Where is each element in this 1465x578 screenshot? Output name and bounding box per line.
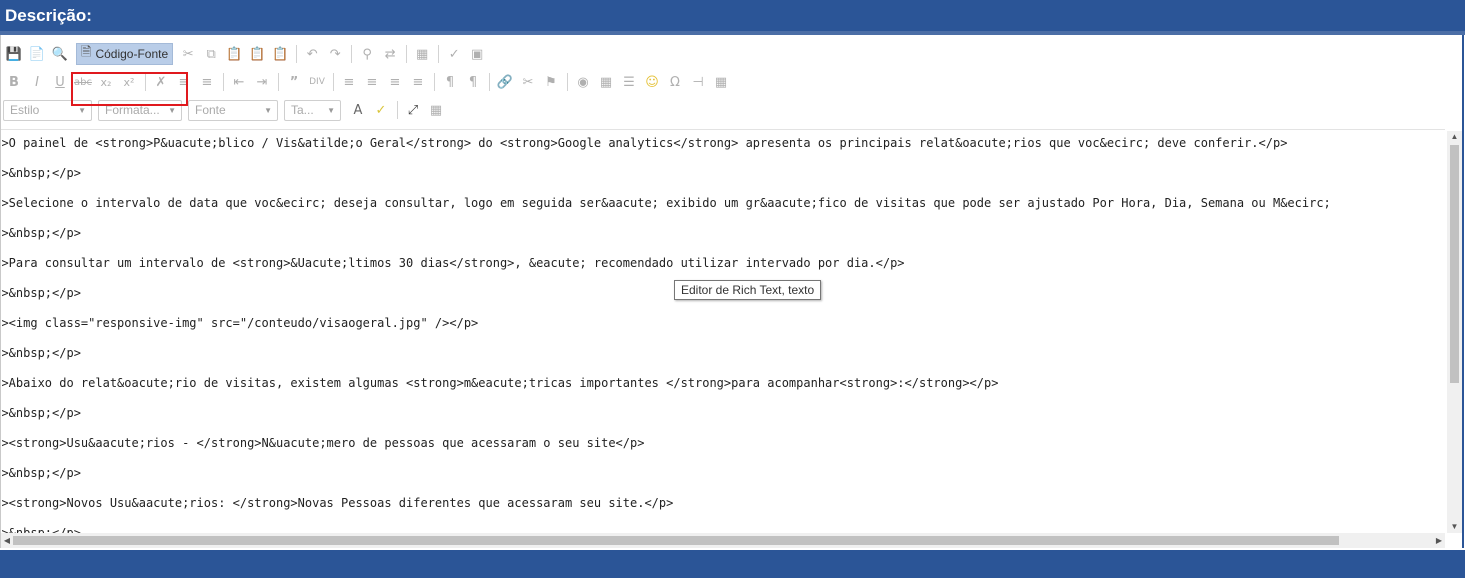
horizontal-scrollbar[interactable]: ◀ ▶ [1, 533, 1445, 548]
toolbar-separator [296, 45, 298, 63]
chevron-down-icon: ▼ [78, 105, 86, 115]
select-all-icon[interactable]: ▦ [411, 43, 433, 65]
toolbar-row-1: 💾 📄 🔍 🗎 Código-Fonte ✂ ⧉ 📋 📋 📋 ↶ ↷ ⚲ ⇄ ▦… [3, 41, 489, 67]
source-code-label: Código-Fonte [95, 47, 169, 61]
source-code-area[interactable]: <p>O painel de <strong>P&uacute;blico / … [1, 129, 1445, 534]
blockquote-icon[interactable]: ” [283, 71, 305, 93]
show-blocks-icon[interactable]: ▦ [425, 99, 447, 121]
chevron-down-icon: ▼ [264, 105, 272, 115]
code-line: <p>Para consultar um intervalo de <stron… [1, 256, 905, 270]
size-combo[interactable]: Ta... ▼ [284, 99, 341, 121]
code-line: <p>&nbsp;</p> [1, 226, 81, 240]
source-code-icon: 🗎 [81, 44, 92, 59]
code-line: <p>&nbsp;</p> [1, 406, 81, 420]
editor-footer-bar [0, 550, 1465, 578]
cut-icon[interactable]: ✂ [177, 43, 199, 65]
tooltip: Editor de Rich Text, texto [674, 280, 822, 300]
paste-text-icon[interactable]: 📋 [246, 43, 268, 65]
code-line: <p>Abaixo do relat&oacute;rio de visitas… [1, 376, 999, 390]
italic-icon[interactable]: I [26, 71, 48, 93]
code-line: <p><img class="responsive-img" src="/con… [1, 316, 479, 330]
text-color-icon[interactable]: A [347, 99, 369, 121]
code-line: <p>O painel de <strong>P&uacute;blico / … [1, 136, 1288, 150]
align-left-icon[interactable]: ≡ [338, 71, 360, 93]
style-combo-label: Estilo [10, 103, 40, 117]
bulleted-list-icon[interactable]: ≡ [196, 71, 218, 93]
font-combo-label: Fonte [195, 103, 226, 117]
chevron-down-icon: ▼ [168, 105, 176, 115]
toolbar-separator [438, 45, 440, 63]
description-header: Descrição: [0, 0, 1465, 31]
outdent-icon[interactable]: ⇤ [228, 71, 250, 93]
code-line: <p><strong>Usu&aacute;rios - </strong>N&… [1, 436, 645, 450]
scroll-down-icon[interactable]: ▼ [1447, 521, 1462, 533]
paste-word-icon[interactable]: 📋 [269, 43, 291, 65]
copy-icon[interactable]: ⧉ [200, 43, 222, 65]
description-title: Descrição: [5, 6, 92, 25]
div-container-icon[interactable]: DIV [306, 71, 328, 93]
highlight-box [71, 72, 188, 106]
maximize-icon[interactable]: ⤢ [402, 99, 424, 121]
page-break-icon[interactable]: ⊣ [687, 71, 709, 93]
toolbar-separator [278, 73, 279, 91]
toolbar-row-3: Estilo ▼ Formata... ▼ Fonte ▼ Ta... ▼ A ✓ ⤢ … [3, 97, 448, 123]
align-center-icon[interactable]: ≡ [361, 71, 383, 93]
indent-icon[interactable]: ⇥ [251, 71, 273, 93]
background-color-icon[interactable]: ✓ [370, 99, 392, 121]
align-justify-icon[interactable]: ≡ [407, 71, 429, 93]
scroll-left-icon[interactable]: ◀ [1, 533, 13, 548]
find-icon[interactable]: ⚲ [356, 43, 378, 65]
toolbar-separator [333, 73, 334, 91]
toolbar-separator [434, 73, 435, 91]
new-page-icon[interactable]: 📄 [26, 43, 48, 65]
align-right-icon[interactable]: ≡ [384, 71, 406, 93]
vertical-scroll-thumb[interactable] [1450, 145, 1459, 383]
paste-icon[interactable]: 📋 [223, 43, 245, 65]
toolbar-separator [406, 45, 408, 63]
flash-icon[interactable]: ◉ [572, 71, 594, 93]
horizontal-line-icon[interactable]: ☰ [618, 71, 640, 93]
code-line: <p>&nbsp;</p> [1, 166, 81, 180]
text-rtl-icon[interactable]: ¶ [462, 71, 484, 93]
table-icon[interactable]: ▦ [595, 71, 617, 93]
code-line: <p><strong>Novos Usu&aacute;rios: </stro… [1, 496, 674, 510]
undo-icon[interactable]: ↶ [301, 43, 323, 65]
code-line: <p>Selecione o intervalo de data que voc… [1, 196, 1331, 210]
toolbar-separator [223, 73, 224, 91]
size-combo-label: Ta... [291, 103, 314, 117]
toolbar-separator [489, 73, 490, 91]
toolbar-separator [567, 73, 568, 91]
replace-icon[interactable]: ⇄ [379, 43, 401, 65]
code-line: <p>&nbsp;</p> [1, 346, 81, 360]
link-icon[interactable]: 🔗 [494, 71, 516, 93]
smiley-icon[interactable]: ☺ [641, 71, 663, 93]
redo-icon[interactable]: ↷ [324, 43, 346, 65]
vertical-scrollbar[interactable]: ▲ ▼ [1447, 131, 1462, 533]
toolbar-separator [351, 45, 353, 63]
special-char-icon[interactable]: Ω [664, 71, 686, 93]
horizontal-scroll-thumb[interactable] [13, 536, 1339, 545]
code-line: <p>&nbsp;</p> [1, 466, 81, 480]
toolbar-separator [397, 101, 398, 119]
anchor-icon[interactable]: ⚑ [540, 71, 562, 93]
unlink-icon[interactable]: ✂ [517, 71, 539, 93]
chevron-down-icon: ▼ [327, 105, 335, 115]
iframe-icon[interactable]: ▦ [710, 71, 732, 93]
spellcheck-icon[interactable]: ✓ [443, 43, 465, 65]
scroll-right-icon[interactable]: ▶ [1433, 533, 1445, 548]
save-icon[interactable]: 💾 [3, 43, 25, 65]
font-combo[interactable]: Fonte ▼ [188, 99, 278, 121]
underline-icon[interactable]: U [49, 71, 71, 93]
source-code-button[interactable]: 🗎 Código-Fonte [76, 43, 174, 65]
scroll-up-icon[interactable]: ▲ [1447, 131, 1462, 143]
bold-icon[interactable]: B [3, 71, 25, 93]
code-line: <p>&nbsp;</p> [1, 286, 81, 300]
image-icon[interactable]: ▣ [466, 43, 488, 65]
text-ltr-icon[interactable]: ¶ [439, 71, 461, 93]
preview-icon[interactable]: 🔍 [49, 43, 71, 65]
